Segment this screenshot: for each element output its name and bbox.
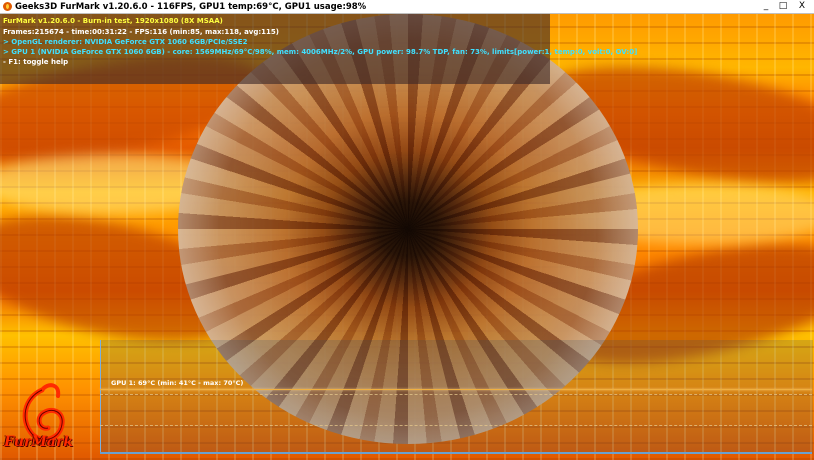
- window-title: Geeks3D FurMark v1.20.6.0 - 116FPS, GPU1…: [15, 1, 367, 12]
- close-button[interactable]: X: [792, 1, 812, 12]
- furmark-app-icon[interactable]: [3, 2, 12, 11]
- osd-frames-line: Frames:215674 - time:00:31:22 - FPS:116 …: [3, 28, 279, 36]
- temperature-graph-label: GPU 1: 69°C (min: 41°C - max: 70°C): [111, 379, 244, 387]
- temperature-graph: [100, 340, 813, 454]
- graph-gridline: [100, 394, 812, 395]
- osd-info-panel: FurMark v1.20.6.0 - Burn-in test, 1920x1…: [0, 14, 637, 84]
- graph-baseline: [100, 452, 812, 454]
- osd-help-line: - F1: toggle help: [3, 58, 69, 66]
- graph-gridline: [100, 425, 812, 426]
- maximize-button[interactable]: □: [775, 1, 791, 12]
- temperature-plot-line: [100, 389, 812, 390]
- furmark-logo-text: FurMark: [4, 434, 73, 450]
- window-titlebar: Geeks3D FurMark v1.20.6.0 - 116FPS, GPU1…: [0, 0, 814, 14]
- window-controls: _ □ X: [758, 1, 812, 12]
- osd-gpu-line: > GPU 1 (NVIDIA GeForce GTX 1060 6GB) - …: [3, 48, 638, 56]
- osd-version-line: FurMark v1.20.6.0 - Burn-in test, 1920x1…: [3, 17, 223, 25]
- osd-renderer-line: > OpenGL renderer: NVIDIA GeForce GTX 10…: [3, 38, 248, 46]
- minimize-button[interactable]: _: [758, 1, 774, 12]
